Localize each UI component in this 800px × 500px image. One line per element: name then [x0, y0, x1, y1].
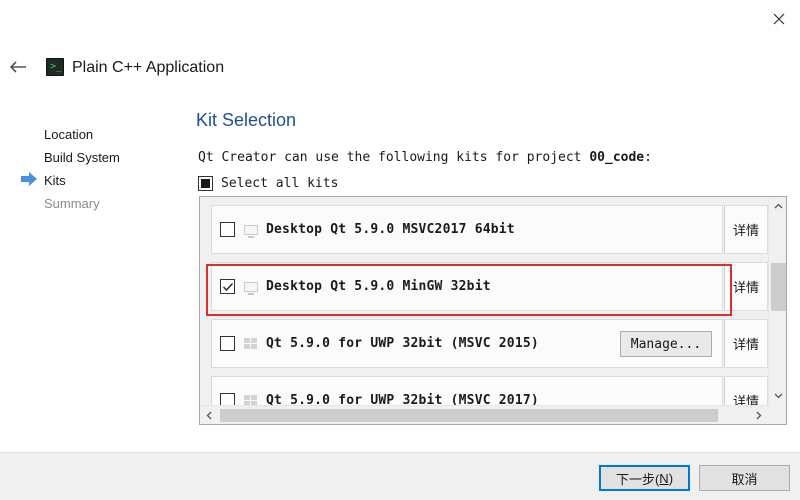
wizard-footer: 下一步(N) 取消: [0, 452, 800, 500]
chevron-up-icon: [774, 203, 783, 209]
step-location: Location: [44, 127, 94, 142]
terminal-icon: >_: [46, 58, 64, 76]
step-kits: Kits: [44, 173, 66, 188]
arrow-right-icon: [21, 172, 37, 186]
kit-list: Desktop Qt 5.9.0 MSVC2017 64bit 详情 Deskt…: [199, 196, 787, 425]
scroll-right-button[interactable]: [750, 406, 768, 424]
intro-suffix: :: [644, 150, 652, 165]
select-all-checkbox[interactable]: Select all kits: [198, 173, 338, 193]
checkmark-icon: [223, 283, 234, 292]
kit-details-button[interactable]: 详情: [724, 319, 768, 368]
select-all-label: Select all kits: [221, 175, 339, 191]
kit-checkbox[interactable]: [220, 222, 235, 237]
kit-name: Qt 5.9.0 for UWP 32bit (MSVC 2017): [266, 393, 539, 405]
intro-text: Qt Creator can use the following kits fo…: [198, 149, 652, 167]
horizontal-scrollbar[interactable]: [200, 405, 768, 424]
kit-details-button[interactable]: 详情: [724, 205, 768, 254]
close-icon: [773, 13, 785, 25]
kit-name: Desktop Qt 5.9.0 MSVC2017 64bit: [266, 222, 515, 237]
kit-checkbox[interactable]: [220, 336, 235, 351]
close-button[interactable]: [762, 2, 796, 36]
scroll-left-button[interactable]: [200, 406, 218, 424]
horizontal-scroll-thumb[interactable]: [220, 409, 718, 422]
intro-prefix: Qt Creator can use the following kits fo…: [198, 150, 590, 165]
kit-list-viewport: Desktop Qt 5.9.0 MSVC2017 64bit 详情 Deskt…: [200, 197, 768, 405]
windows-icon: [244, 394, 258, 405]
monitor-icon: [244, 281, 258, 295]
kit-checkbox[interactable]: [220, 279, 235, 294]
next-mnemonic: N: [659, 470, 669, 486]
kit-details-button[interactable]: 详情: [724, 376, 768, 405]
step-build-system: Build System: [44, 150, 120, 165]
next-button[interactable]: 下一步(N): [599, 465, 690, 491]
wizard-title: Plain C++ Application: [72, 59, 225, 76]
monitor-icon: [244, 224, 258, 238]
next-label: 下一步(: [615, 471, 660, 487]
kit-row[interactable]: Desktop Qt 5.9.0 MinGW 32bit: [211, 262, 723, 311]
scroll-up-button[interactable]: [769, 197, 786, 215]
project-name: 00_code: [589, 150, 645, 165]
back-arrow-icon: [9, 61, 26, 73]
kit-row[interactable]: Qt 5.9.0 for UWP 32bit (MSVC 2017): [211, 376, 723, 405]
vertical-scrollbar[interactable]: [768, 197, 786, 405]
scrollbar-corner: [768, 405, 786, 424]
kit-details-button[interactable]: 详情: [724, 262, 768, 311]
scroll-down-button[interactable]: [769, 387, 786, 405]
next-suffix: ): [668, 470, 674, 486]
chevron-down-icon: [774, 393, 783, 399]
chevron-left-icon: [206, 411, 212, 420]
back-button[interactable]: [6, 56, 30, 78]
chevron-right-icon: [756, 411, 762, 420]
page-title: Kit Selection: [196, 110, 297, 130]
kit-checkbox[interactable]: [220, 393, 235, 405]
vertical-scroll-thumb[interactable]: [771, 263, 786, 311]
kit-row[interactable]: Qt 5.9.0 for UWP 32bit (MSVC 2015) Manag…: [211, 319, 723, 368]
kit-row[interactable]: Desktop Qt 5.9.0 MSVC2017 64bit: [211, 205, 723, 254]
kit-name: Qt 5.9.0 for UWP 32bit (MSVC 2015): [266, 336, 539, 351]
kit-name: Desktop Qt 5.9.0 MinGW 32bit: [266, 279, 491, 294]
select-all-box[interactable]: [198, 175, 213, 191]
step-summary: Summary: [44, 196, 100, 211]
manage-button[interactable]: Manage...: [620, 331, 712, 357]
cancel-button[interactable]: 取消: [699, 465, 790, 491]
windows-icon: [244, 337, 258, 350]
